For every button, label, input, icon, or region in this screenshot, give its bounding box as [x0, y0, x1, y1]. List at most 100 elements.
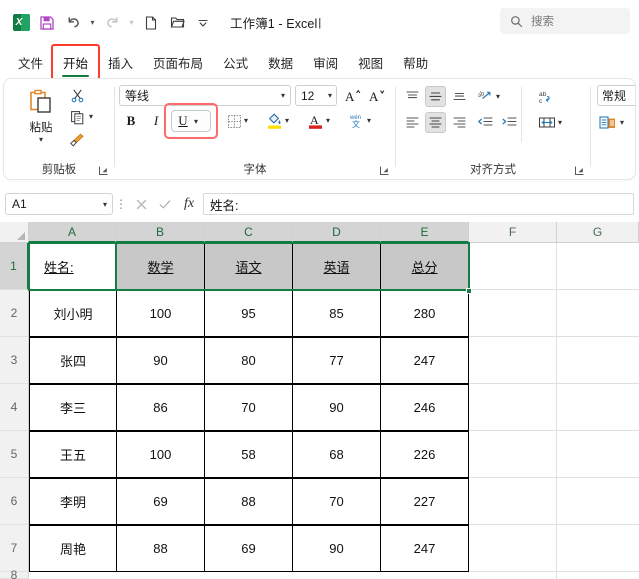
cell-c7[interactable]: 69 — [204, 525, 293, 572]
insert-function-button[interactable]: fx — [177, 193, 201, 215]
cell-e6[interactable]: 227 — [380, 478, 469, 525]
tab-review[interactable]: 审阅 — [303, 47, 348, 77]
cell-c4[interactable]: 70 — [204, 384, 293, 431]
cancel-formula-button[interactable] — [129, 193, 153, 215]
cell-e7[interactable]: 247 — [380, 525, 469, 572]
cell-d3[interactable]: 77 — [292, 337, 381, 384]
align-middle-button[interactable] — [425, 86, 446, 107]
align-bottom-button[interactable] — [449, 86, 470, 107]
col-header-d[interactable]: D — [293, 222, 381, 243]
cell-e1[interactable]: 总分 — [380, 243, 469, 290]
orientation-button[interactable]: ab — [475, 86, 496, 107]
cell-e4[interactable]: 246 — [380, 384, 469, 431]
tab-formulas[interactable]: 公式 — [213, 47, 258, 77]
undo-icon[interactable] — [60, 10, 86, 36]
tab-page-layout[interactable]: 页面布局 — [143, 47, 213, 77]
enter-formula-button[interactable] — [153, 193, 177, 215]
format-painter-button[interactable] — [66, 129, 88, 150]
cell-a6[interactable]: 李明 — [29, 478, 117, 525]
accounting-format-button[interactable] — [597, 112, 618, 133]
italic-button[interactable]: I — [145, 110, 167, 132]
cell-d1[interactable]: 英语 — [292, 243, 381, 290]
cell-e2[interactable]: 280 — [380, 290, 469, 337]
cell-b4[interactable]: 86 — [116, 384, 205, 431]
cell-b6[interactable]: 69 — [116, 478, 205, 525]
row-header-2[interactable]: 2 — [0, 290, 29, 337]
open-folder-icon[interactable] — [164, 10, 190, 36]
cell-c3[interactable]: 80 — [204, 337, 293, 384]
font-size-input[interactable]: 12 ▾ — [295, 85, 337, 106]
increase-indent-button[interactable] — [498, 112, 519, 133]
col-header-f[interactable]: F — [469, 222, 557, 243]
paste-button[interactable]: 粘贴 ▾ — [18, 85, 64, 153]
row-header-1[interactable]: 1 — [0, 243, 29, 290]
phonetic-guide-button[interactable]: wén 文 — [345, 110, 367, 132]
cell-e3[interactable]: 247 — [380, 337, 469, 384]
name-box[interactable]: A1 ▾ — [5, 193, 113, 215]
grow-font-button[interactable]: A — [342, 85, 364, 107]
cell-b7[interactable]: 88 — [116, 525, 205, 572]
copy-dropdown-icon[interactable]: ▾ — [89, 112, 93, 121]
tab-view[interactable]: 视图 — [348, 47, 393, 77]
redo-dropdown-icon[interactable]: ▾ — [125, 10, 138, 36]
fill-handle[interactable] — [466, 288, 472, 294]
decrease-indent-button[interactable] — [474, 112, 495, 133]
cell-c2[interactable]: 95 — [204, 290, 293, 337]
undo-dropdown-icon[interactable]: ▾ — [86, 10, 99, 36]
cell-c6[interactable]: 88 — [204, 478, 293, 525]
row-header-4[interactable]: 4 — [0, 384, 29, 431]
accounting-dropdown-icon[interactable]: ▾ — [620, 118, 624, 127]
paste-dropdown-icon[interactable]: ▾ — [39, 136, 43, 144]
font-size-dropdown-icon[interactable]: ▾ — [328, 91, 332, 100]
tab-help[interactable]: 帮助 — [393, 47, 438, 77]
cell-d5[interactable]: 68 — [292, 431, 381, 478]
cell-d7[interactable]: 90 — [292, 525, 381, 572]
align-left-button[interactable] — [402, 112, 423, 133]
merge-dropdown-icon[interactable]: ▾ — [558, 118, 562, 127]
font-name-dropdown-icon[interactable]: ▾ — [281, 91, 285, 100]
save-icon[interactable] — [34, 10, 60, 36]
cell-b2[interactable]: 100 — [116, 290, 205, 337]
cell-b1[interactable]: 数学 — [116, 243, 205, 290]
font-color-dropdown-icon[interactable]: ▾ — [326, 116, 330, 125]
cell-e5[interactable]: 226 — [380, 431, 469, 478]
cell-b3[interactable]: 90 — [116, 337, 205, 384]
row-header-7[interactable]: 7 — [0, 525, 29, 572]
merge-center-button[interactable] — [536, 112, 557, 133]
cell-c1[interactable]: 语文 — [204, 243, 293, 290]
col-header-e[interactable]: E — [381, 222, 469, 243]
bold-button[interactable]: B — [120, 110, 142, 132]
cell-a3[interactable]: 张四 — [29, 337, 117, 384]
row-header-6[interactable]: 6 — [0, 478, 29, 525]
cell-a2[interactable]: 刘小明 — [29, 290, 117, 337]
tab-file[interactable]: 文件 — [8, 47, 53, 77]
cell-a4[interactable]: 李三 — [29, 384, 117, 431]
shrink-font-button[interactable]: A — [366, 85, 388, 107]
row-header-8[interactable]: 8 — [0, 568, 29, 579]
customize-qat-icon[interactable] — [190, 10, 216, 36]
borders-button[interactable] — [223, 110, 245, 132]
borders-dropdown-icon[interactable]: ▾ — [244, 116, 248, 125]
tab-data[interactable]: 数据 — [258, 47, 303, 77]
row-header-3[interactable]: 3 — [0, 337, 29, 384]
align-center-button[interactable] — [425, 112, 446, 133]
orientation-dropdown-icon[interactable]: ▾ — [496, 92, 500, 101]
clipboard-dialog-launcher[interactable] — [98, 163, 110, 175]
underline-button[interactable]: U ▾ — [171, 110, 211, 132]
wrap-text-button[interactable]: ab c — [536, 86, 557, 107]
col-header-b[interactable]: B — [116, 222, 205, 243]
col-header-c[interactable]: C — [205, 222, 293, 243]
align-right-button[interactable] — [449, 112, 470, 133]
cell-b5[interactable]: 100 — [116, 431, 205, 478]
phonetic-dropdown-icon[interactable]: ▾ — [367, 116, 371, 125]
row-header-5[interactable]: 5 — [0, 431, 29, 478]
font-name-input[interactable]: 等线 ▾ — [119, 85, 291, 106]
cell-d2[interactable]: 85 — [292, 290, 381, 337]
formula-bar-options-icon[interactable]: ⋮ — [113, 197, 129, 211]
cut-button[interactable] — [66, 85, 88, 106]
tab-home[interactable]: 开始 — [51, 44, 101, 80]
redo-icon[interactable] — [99, 10, 125, 36]
underline-dropdown-icon[interactable]: ▾ — [194, 117, 198, 126]
cell-d4[interactable]: 90 — [292, 384, 381, 431]
col-header-g[interactable]: G — [557, 222, 639, 243]
